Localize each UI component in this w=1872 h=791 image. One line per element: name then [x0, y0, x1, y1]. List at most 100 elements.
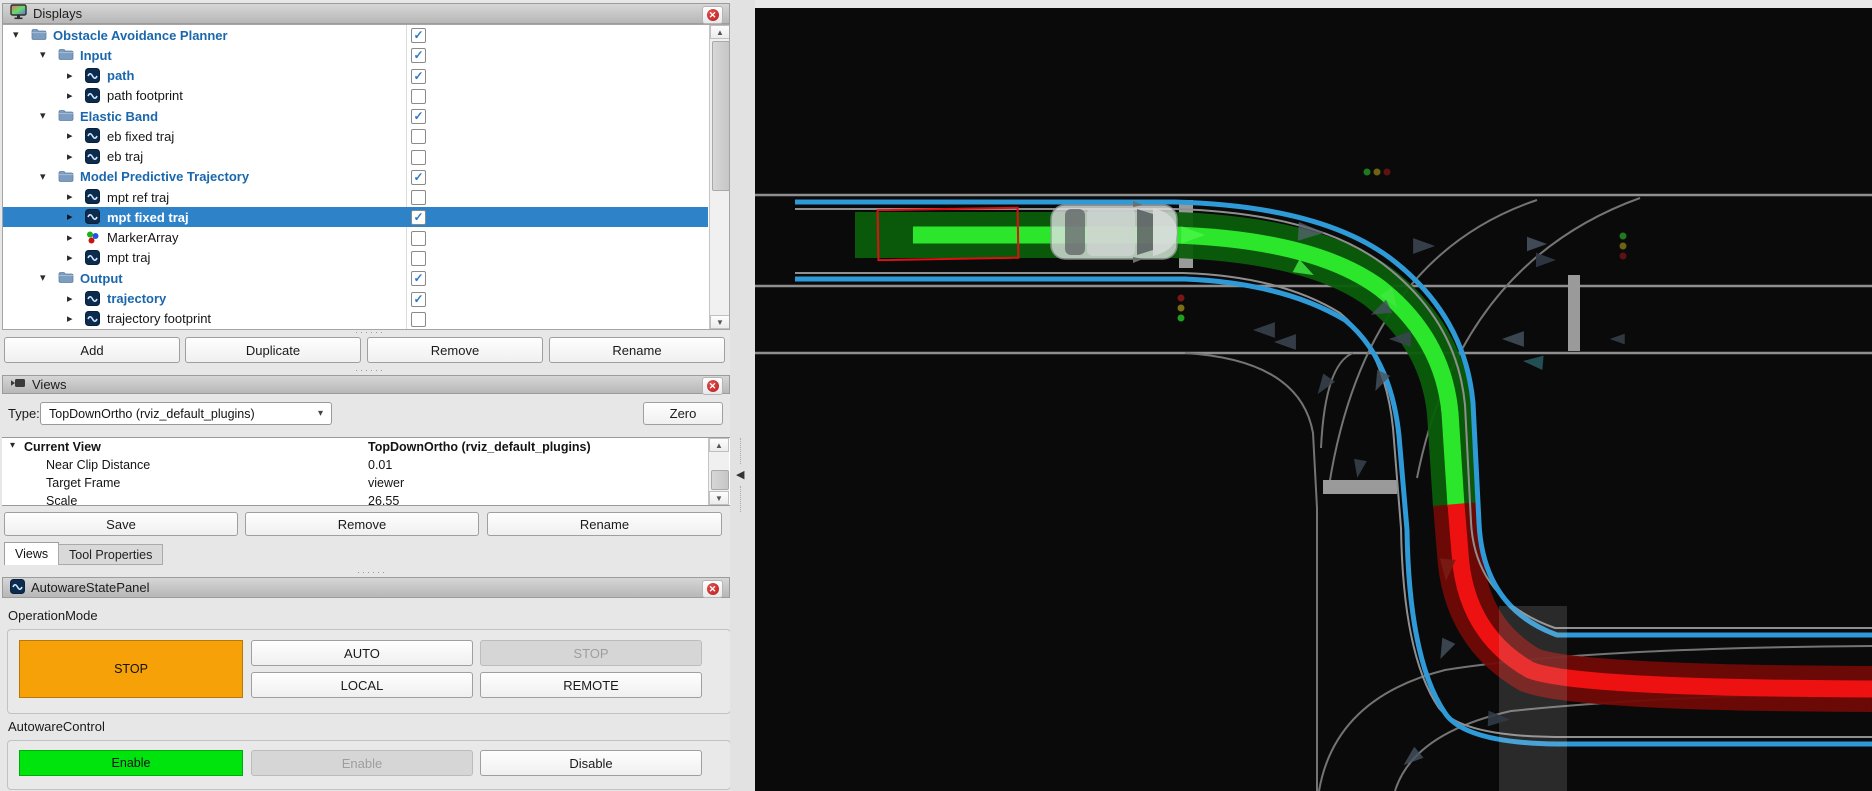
tab-label: Views	[15, 547, 48, 561]
visibility-checkbox[interactable]: ✓	[411, 109, 426, 124]
tree-row[interactable]: ▸MarkerArray	[3, 228, 708, 248]
visibility-checkbox[interactable]: ✓	[411, 210, 426, 225]
tree-row[interactable]: ▾Elastic Band✓	[3, 106, 708, 126]
chevron-right-icon[interactable]: ▸	[67, 292, 73, 306]
auto-mode-button[interactable]: AUTO	[251, 640, 473, 666]
tree-row[interactable]: ▾Output✓	[3, 268, 708, 288]
visibility-checkbox[interactable]: ✓	[411, 170, 426, 185]
marker-array-icon	[85, 230, 101, 246]
control-status-label: Enable	[112, 756, 151, 770]
property-value[interactable]: 26.55	[368, 494, 399, 506]
left-panel-column: Displays ✕ ▾Obstacle Avoidance Planner✓▾…	[0, 0, 755, 791]
tree-row[interactable]: ▸eb fixed traj	[3, 126, 708, 146]
chevron-down-icon[interactable]: ▾	[40, 109, 46, 123]
scroll-down-icon[interactable]: ▼	[710, 315, 730, 329]
chevron-down-icon[interactable]: ▾	[13, 28, 19, 42]
tree-row[interactable]: ▸path✓	[3, 66, 708, 86]
scrollbar-thumb[interactable]	[712, 41, 730, 191]
remove-view-button[interactable]: Remove	[245, 512, 479, 536]
property-value[interactable]: viewer	[368, 476, 404, 490]
property-value[interactable]: TopDownOrtho (rviz_default_plugins)	[368, 440, 591, 454]
chevron-right-icon[interactable]: ▸	[67, 231, 73, 245]
crosswalk-region	[1499, 606, 1567, 791]
tree-row[interactable]: ▸mpt fixed traj✓	[3, 207, 708, 227]
state-panel-close-button[interactable]: ✕	[702, 580, 723, 598]
displays-tree[interactable]: ▾Obstacle Avoidance Planner✓▾Input✓▸path…	[2, 24, 730, 330]
property-row[interactable]: Near Clip Distance0.01	[2, 456, 707, 474]
tree-row[interactable]: ▸mpt ref traj	[3, 187, 708, 207]
chevron-right-icon[interactable]: ▸	[67, 150, 73, 164]
tree-item-label: path footprint	[107, 88, 183, 103]
zero-button[interactable]: Zero	[643, 402, 723, 425]
visibility-checkbox[interactable]: ✓	[411, 48, 426, 63]
collapse-panel-arrow-icon[interactable]: ◀	[736, 468, 744, 481]
autoware-display-icon	[85, 250, 101, 266]
scroll-up-icon[interactable]: ▲	[709, 438, 729, 452]
visibility-checkbox[interactable]	[411, 251, 426, 266]
chevron-down-icon[interactable]: ▾	[40, 271, 46, 285]
properties-scrollbar[interactable]: ▲ ▼	[708, 438, 729, 505]
chevron-down-icon[interactable]: ▾	[40, 170, 46, 184]
displays-close-button[interactable]: ✕	[702, 6, 723, 24]
tree-row[interactable]: ▸trajectory footprint	[3, 309, 708, 329]
current-view-properties[interactable]: ▾Current ViewTopDownOrtho (rviz_default_…	[2, 437, 730, 506]
tree-row[interactable]: ▸trajectory✓	[3, 289, 708, 309]
duplicate-button[interactable]: Duplicate	[185, 337, 361, 363]
enable-control-button[interactable]: Enable	[251, 750, 473, 776]
tree-row[interactable]: ▸mpt traj	[3, 248, 708, 268]
remove-button-label: Remove	[338, 517, 386, 532]
viewport-3d-view[interactable]	[755, 8, 1872, 791]
views-panel-header[interactable]: Views ✕	[2, 375, 730, 394]
tree-row[interactable]: ▾Model Predictive Trajectory✓	[3, 167, 708, 187]
rename-view-button[interactable]: Rename	[487, 512, 722, 536]
splitter-handle[interactable]: ······	[340, 365, 400, 375]
chevron-right-icon[interactable]: ▸	[67, 210, 73, 224]
tab-views[interactable]: Views	[4, 542, 59, 565]
chevron-right-icon[interactable]: ▸	[67, 129, 73, 143]
local-mode-button[interactable]: LOCAL	[251, 672, 473, 698]
visibility-checkbox[interactable]	[411, 231, 426, 246]
chevron-right-icon[interactable]: ▸	[67, 312, 73, 326]
visibility-checkbox[interactable]: ✓	[411, 69, 426, 84]
displays-panel-header[interactable]: Displays ✕	[2, 3, 730, 24]
chevron-down-icon[interactable]: ▾	[40, 48, 46, 62]
add-button[interactable]: Add	[4, 337, 180, 363]
visibility-checkbox[interactable]	[411, 190, 426, 205]
scroll-up-icon[interactable]: ▲	[710, 25, 730, 39]
property-row[interactable]: ▾Current ViewTopDownOrtho (rviz_default_…	[2, 438, 707, 456]
splitter-handle[interactable]: ······	[342, 567, 402, 577]
tree-row[interactable]: ▸ path footprint	[3, 86, 708, 106]
tab-tool-properties[interactable]: Tool Properties	[58, 544, 163, 565]
tree-row[interactable]: ▸eb traj	[3, 147, 708, 167]
visibility-checkbox[interactable]: ✓	[411, 292, 426, 307]
displays-tree-scrollbar[interactable]: ▲ ▼	[709, 25, 730, 329]
disable-control-button[interactable]: Disable	[480, 750, 702, 776]
chevron-right-icon[interactable]: ▸	[67, 190, 73, 204]
save-view-button[interactable]: Save	[4, 512, 238, 536]
chevron-right-icon[interactable]: ▸	[67, 89, 73, 103]
autoware-state-panel-header[interactable]: AutowareStatePanel ✕	[2, 577, 730, 598]
visibility-checkbox[interactable]	[411, 312, 426, 327]
visibility-checkbox[interactable]	[411, 129, 426, 144]
chevron-right-icon[interactable]: ▸	[67, 251, 73, 265]
visibility-checkbox[interactable]	[411, 150, 426, 165]
visibility-checkbox[interactable]	[411, 89, 426, 104]
splitter-handle[interactable]: ······	[340, 327, 400, 337]
view-type-dropdown[interactable]: TopDownOrtho (rviz_default_plugins) ▾	[40, 402, 332, 425]
scroll-down-icon[interactable]: ▼	[709, 491, 729, 505]
rename-display-button[interactable]: Rename	[549, 337, 725, 363]
scrollbar-thumb[interactable]	[711, 470, 729, 490]
tree-row[interactable]: ▾Input✓	[3, 45, 708, 65]
property-row[interactable]: Target Frameviewer	[2, 474, 707, 492]
visibility-checkbox[interactable]: ✓	[411, 28, 426, 43]
property-row[interactable]: Scale26.55	[2, 492, 707, 506]
views-close-button[interactable]: ✕	[702, 377, 723, 395]
stop-mode-button[interactable]: STOP	[480, 640, 702, 666]
visibility-checkbox[interactable]: ✓	[411, 271, 426, 286]
chevron-right-icon[interactable]: ▸	[67, 69, 73, 83]
remote-mode-button[interactable]: REMOTE	[480, 672, 702, 698]
tree-row[interactable]: ▾Obstacle Avoidance Planner✓	[3, 25, 708, 45]
remove-display-button[interactable]: Remove	[367, 337, 543, 363]
chevron-down-icon[interactable]: ▾	[10, 440, 15, 451]
property-value[interactable]: 0.01	[368, 458, 392, 472]
